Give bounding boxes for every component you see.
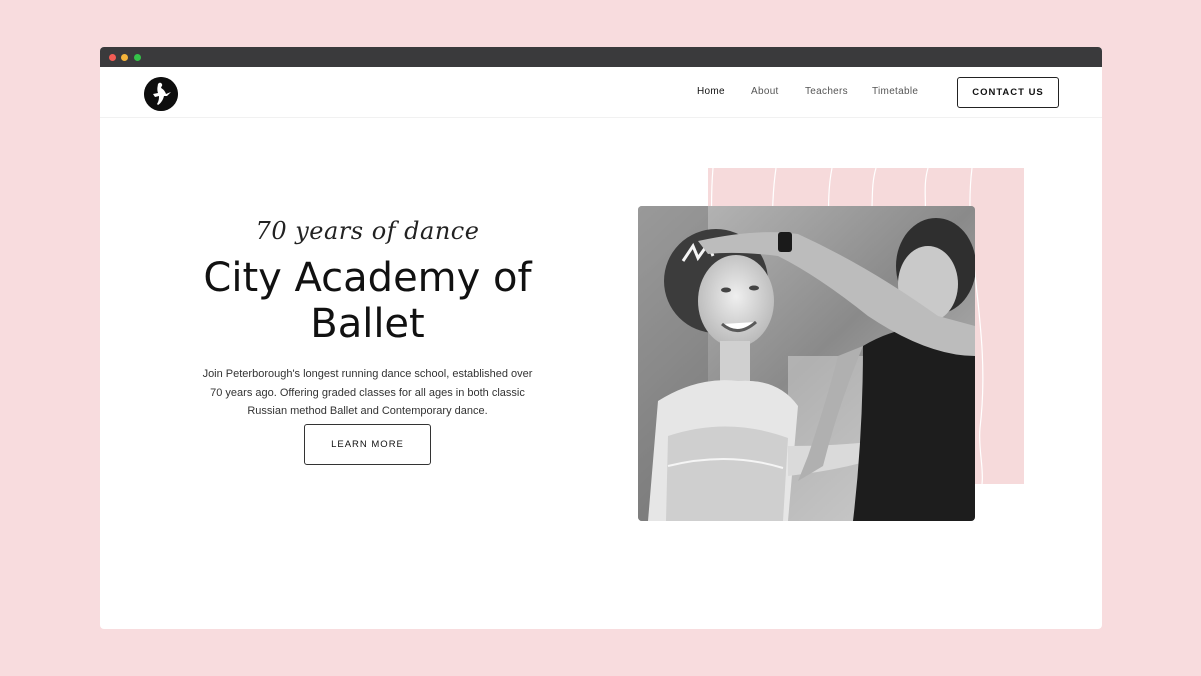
close-window-dot[interactable] [109,54,116,61]
hero-tagline: 70 years of dance [255,217,480,245]
nav-item-about[interactable]: About [751,86,779,97]
window-titlebar [100,47,1102,67]
hero-text-section: 70 years of dance City Academy of Ballet… [160,217,575,465]
contact-us-button[interactable]: CONTACT US [957,77,1059,108]
maximize-window-dot[interactable] [134,54,141,61]
hero-title-line1: City Academy of [203,255,532,301]
nav-item-timetable[interactable]: Timetable [872,86,918,97]
learn-more-button[interactable]: LEARN MORE [304,423,431,465]
hero-description: Join Peterborough's longest running danc… [202,368,533,417]
minimize-window-dot[interactable] [121,54,128,61]
ballerina-logo-icon[interactable] [144,77,178,111]
hero-title: City Academy of Ballet [160,255,575,347]
site-navbar: Home About Teachers Timetable CONTACT US [100,67,1102,118]
nav-item-teachers[interactable]: Teachers [805,86,848,97]
nav-item-home[interactable]: Home [697,86,725,97]
hero-title-line2: Ballet [310,301,425,347]
browser-window: Home About Teachers Timetable CONTACT US… [100,47,1102,629]
ballet-teacher-student-photo [638,206,975,521]
